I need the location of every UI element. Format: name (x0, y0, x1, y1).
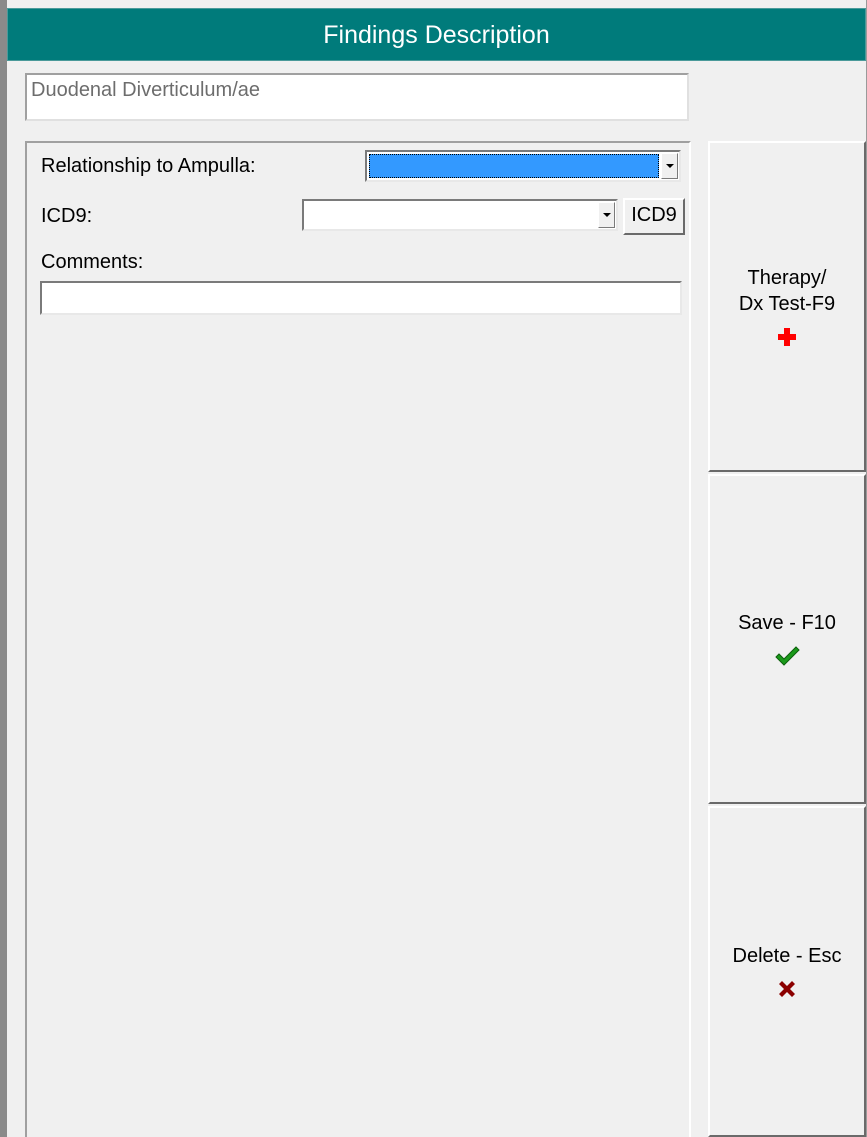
icd9-label: ICD9: (41, 205, 93, 227)
delete-button-label: Delete - Esc (732, 944, 842, 967)
delete-button[interactable]: Delete - Esc (708, 806, 866, 1137)
chevron-down-icon[interactable] (598, 202, 615, 228)
comments-label: Comments: (41, 251, 144, 273)
x-icon (777, 977, 797, 1001)
relationship-selected-value (369, 154, 659, 178)
red-cross-icon (777, 325, 797, 349)
relationship-dropdown[interactable] (365, 150, 681, 182)
save-button[interactable]: Save - F10 (708, 474, 866, 804)
checkmark-icon (774, 644, 800, 668)
therapy-button-label: Therapy/ Dx Test-F9 (738, 266, 836, 315)
therapy-dx-test-button[interactable]: Therapy/ Dx Test-F9 (708, 141, 866, 472)
chevron-down-icon[interactable] (661, 153, 678, 179)
icd9-selected-value (306, 203, 596, 227)
relationship-label: Relationship to Ampulla: (41, 155, 256, 177)
comments-input[interactable] (40, 281, 682, 315)
finding-description-field[interactable]: Duodenal Diverticulum/ae (25, 73, 689, 121)
window-title: Findings Description (7, 8, 866, 61)
icd9-dropdown[interactable] (302, 199, 618, 231)
icd9-lookup-button[interactable]: ICD9 (623, 198, 685, 235)
save-button-label: Save - F10 (738, 612, 836, 634)
